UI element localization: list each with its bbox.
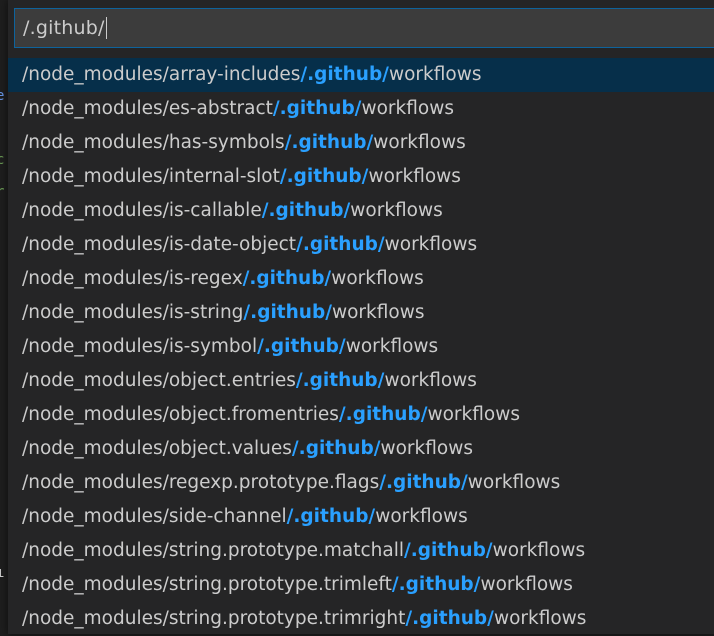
result-match-highlight: /.github/ (284, 132, 374, 153)
result-match-highlight: /.github/ (296, 234, 385, 255)
quick-open-result-item[interactable]: /node_modules/string.prototype.matchall/… (8, 534, 714, 568)
result-path-prefix: /node_modules/string.prototype.trimleft (22, 574, 392, 595)
result-path-prefix: /node_modules/is-symbol (22, 336, 258, 357)
editor-text-fragment: ı (0, 565, 5, 581)
result-path-prefix: /node_modules/array-includes (22, 64, 301, 85)
result-path-prefix: /node_modules/internal-slot (22, 166, 280, 187)
quick-open-result-item[interactable]: /node_modules/string.prototype.trimright… (8, 602, 714, 636)
result-path-suffix: workflows (388, 64, 482, 85)
editor-gutter-peek: e c r ı (0, 0, 8, 634)
result-path-suffix: workflows (350, 200, 443, 221)
result-path-prefix: /node_modules/object.entries (22, 370, 296, 391)
quick-open-result-item[interactable]: /node_modules/object.fromentries/.github… (8, 398, 714, 432)
result-path-suffix: workflows (331, 268, 424, 289)
result-path-suffix: workflows (368, 166, 461, 187)
result-match-highlight: /.github/ (404, 540, 493, 561)
result-path-prefix: /node_modules/string.prototype.matchall (22, 540, 405, 561)
result-path-suffix: workflows (361, 98, 454, 119)
editor-text-fragment: c (0, 152, 5, 168)
quick-open-result-item[interactable]: /node_modules/internal-slot/.github/work… (8, 160, 714, 194)
quick-open-result-item[interactable]: /node_modules/string.prototype.trimleft/… (8, 568, 714, 602)
result-match-highlight: /.github/ (257, 336, 346, 357)
result-match-highlight: /.github/ (279, 166, 369, 187)
result-path-prefix: /node_modules/string.prototype.trimright (22, 608, 406, 629)
result-path-prefix: /node_modules/regexp.prototype.flags (22, 472, 380, 493)
result-match-highlight: /.github/ (291, 438, 381, 459)
result-path-suffix: workflows (480, 574, 573, 595)
quick-open-input[interactable]: /.github/ (23, 17, 105, 39)
result-path-suffix: workflows (467, 472, 561, 493)
quick-open-result-item[interactable]: /node_modules/object.values/.github/work… (8, 432, 714, 466)
quick-open-result-item[interactable]: /node_modules/is-symbol/.github/workflow… (8, 330, 714, 364)
result-path-suffix: workflows (492, 540, 586, 561)
quick-open-input-box[interactable]: /.github/ (14, 8, 714, 48)
quick-open-result-item[interactable]: /node_modules/es-abstract/.github/workfl… (8, 92, 714, 126)
result-match-highlight: /.github/ (300, 64, 389, 85)
result-path-suffix: workflows (384, 370, 477, 391)
result-path-prefix: /node_modules/side-channel (22, 506, 287, 527)
editor-text-fragment: r (0, 184, 5, 200)
result-match-highlight: /.github/ (242, 268, 332, 289)
result-match-highlight: /.github/ (295, 370, 385, 391)
result-match-highlight: /.github/ (405, 608, 494, 629)
result-path-suffix: workflows (380, 438, 473, 459)
result-path-suffix: workflows (375, 506, 468, 527)
result-match-highlight: /.github/ (272, 98, 362, 119)
quick-open-result-item[interactable]: /node_modules/side-channel/.github/workf… (8, 500, 714, 534)
result-path-prefix: /node_modules/is-string (22, 302, 244, 323)
result-match-highlight: /.github/ (286, 506, 376, 527)
result-path-prefix: /node_modules/object.values (22, 438, 292, 459)
result-path-prefix: /node_modules/has-symbols (22, 132, 285, 153)
quick-open-results-list: /node_modules/array-includes/.github/wor… (8, 58, 714, 636)
quick-open-result-item[interactable]: /node_modules/object.entries/.github/wor… (8, 364, 714, 398)
quick-open-result-item[interactable]: /node_modules/array-includes/.github/wor… (8, 58, 714, 92)
result-match-highlight: /.github/ (379, 472, 468, 493)
result-path-prefix: /node_modules/object.fromentries (22, 404, 339, 425)
result-path-suffix: workflows (345, 336, 439, 357)
result-path-suffix: workflows (384, 234, 478, 255)
result-path-suffix: workflows (427, 404, 520, 425)
quick-open-result-item[interactable]: /node_modules/is-callable/.github/workfl… (8, 194, 714, 228)
quick-open-widget: /.github/ /node_modules/array-includes/.… (8, 0, 714, 634)
result-match-highlight: /.github/ (243, 302, 332, 323)
result-match-highlight: /.github/ (261, 200, 351, 221)
result-path-suffix: workflows (373, 132, 466, 153)
text-caret (105, 17, 107, 39)
quick-open-result-item[interactable]: /node_modules/is-date-object/.github/wor… (8, 228, 714, 262)
result-path-prefix: /node_modules/is-date-object (22, 234, 297, 255)
result-path-prefix: /node_modules/es-abstract (22, 98, 273, 119)
quick-open-result-item[interactable]: /node_modules/has-symbols/.github/workfl… (8, 126, 714, 160)
quick-open-result-item[interactable]: /node_modules/is-regex/.github/workflows (8, 262, 714, 296)
result-match-highlight: /.github/ (391, 574, 481, 595)
result-path-prefix: /node_modules/is-callable (22, 200, 262, 221)
result-path-suffix: workflows (331, 302, 425, 323)
result-match-highlight: /.github/ (338, 404, 428, 425)
editor-text-fragment: e (0, 88, 5, 104)
quick-open-result-item[interactable]: /node_modules/is-string/.github/workflow… (8, 296, 714, 330)
result-path-prefix: /node_modules/is-regex (22, 268, 243, 289)
result-path-suffix: workflows (493, 608, 587, 629)
quick-open-result-item[interactable]: /node_modules/regexp.prototype.flags/.gi… (8, 466, 714, 500)
